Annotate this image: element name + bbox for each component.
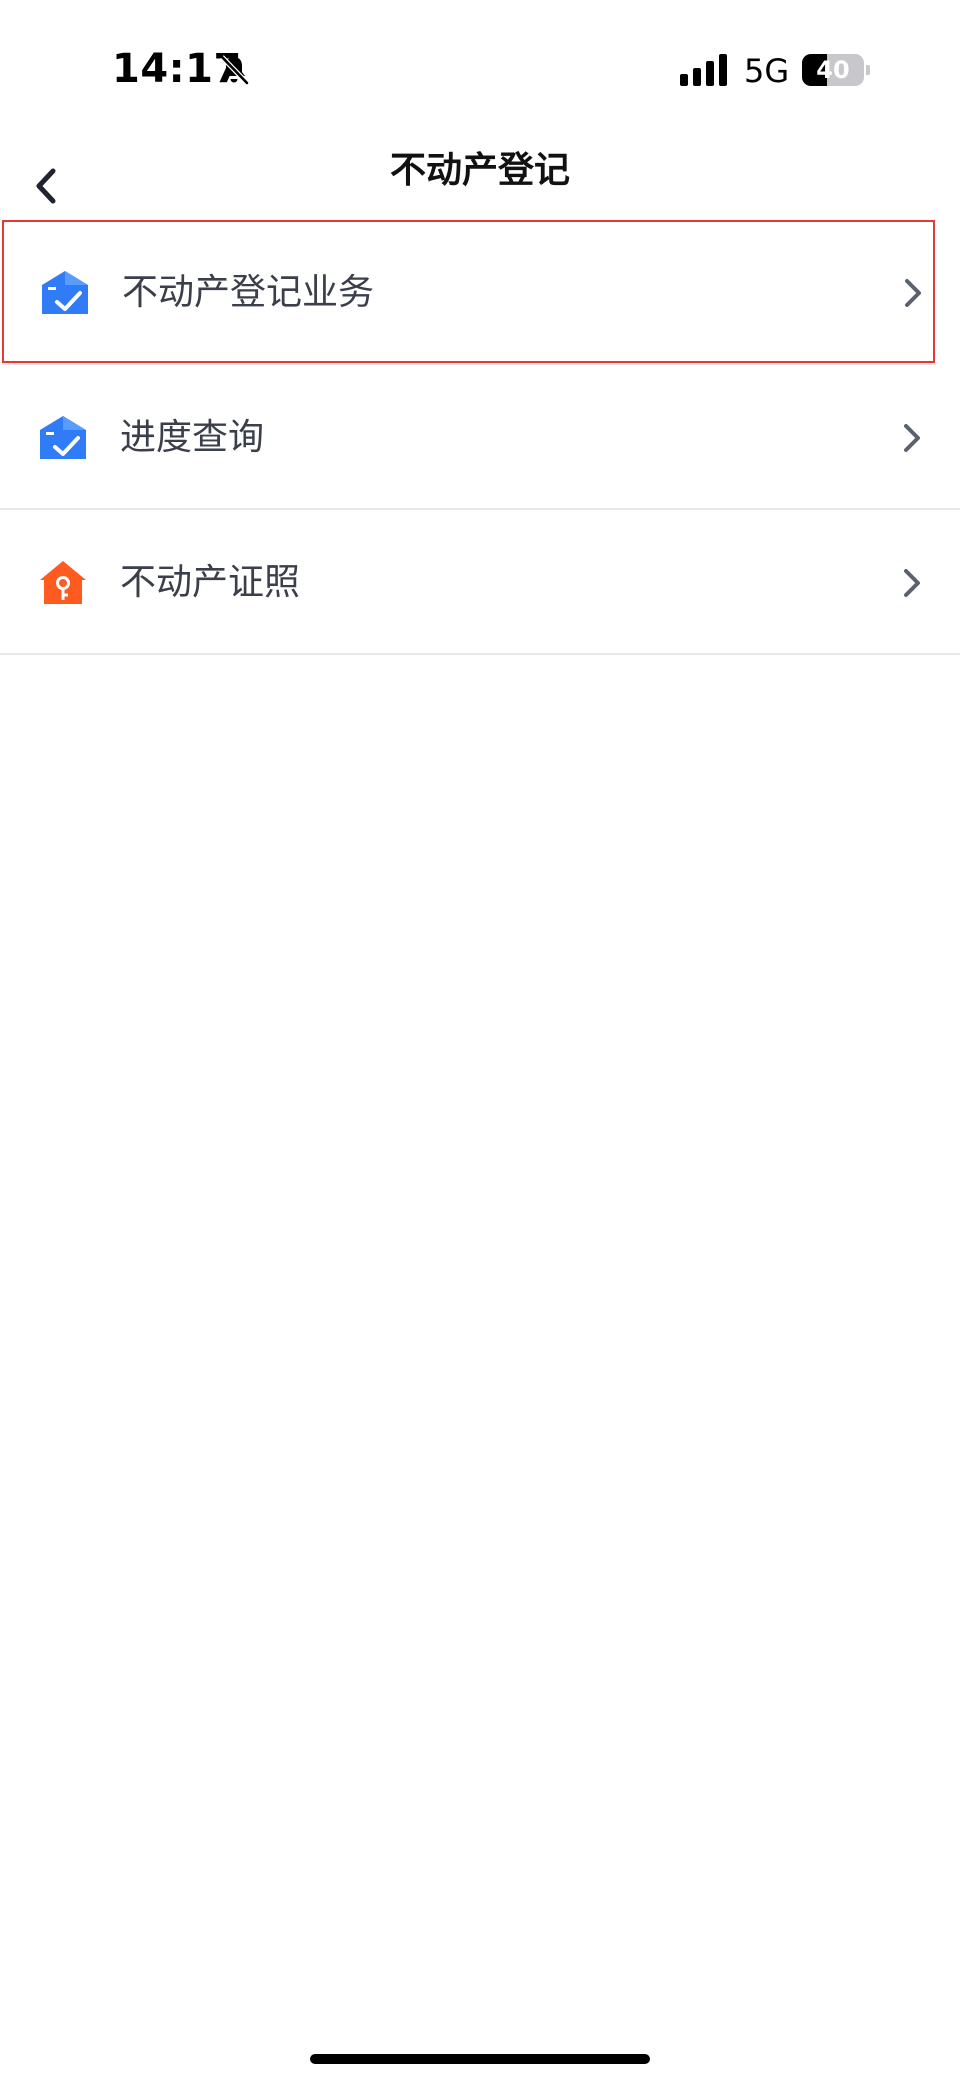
battery-icon: 40 [802,54,870,86]
chevron-right-icon [905,279,921,307]
house-key-icon [40,561,86,604]
menu-item-label: 不动产证照 [120,562,301,603]
battery-level: 40 [816,56,850,84]
menu-list: 不动产登记业务 进度查询 不动产证照 [0,220,960,655]
page-title: 不动产登记 [389,150,570,191]
bell-slash-icon [220,55,249,85]
cellular-signal-icon [680,54,727,86]
menu-item-label: 不动产登记业务 [122,272,375,313]
network-type: 5G [744,52,790,90]
house-check-icon [42,271,88,314]
menu-item-progress-query[interactable]: 进度查询 [0,365,960,510]
chevron-right-icon [904,424,920,452]
menu-item-registration-business[interactable]: 不动产登记业务 [2,220,935,365]
status-bar: 14:17 5G 40 [0,0,960,140]
menu-item-property-certificate[interactable]: 不动产证照 [0,510,960,655]
navigation-bar: 不动产登记 [0,140,960,230]
chevron-left-icon [36,168,56,204]
chevron-right-icon [904,569,920,597]
home-indicator[interactable] [310,2054,650,2064]
house-check-icon [40,416,86,459]
menu-item-label: 进度查询 [120,417,265,458]
back-button[interactable] [14,154,78,218]
